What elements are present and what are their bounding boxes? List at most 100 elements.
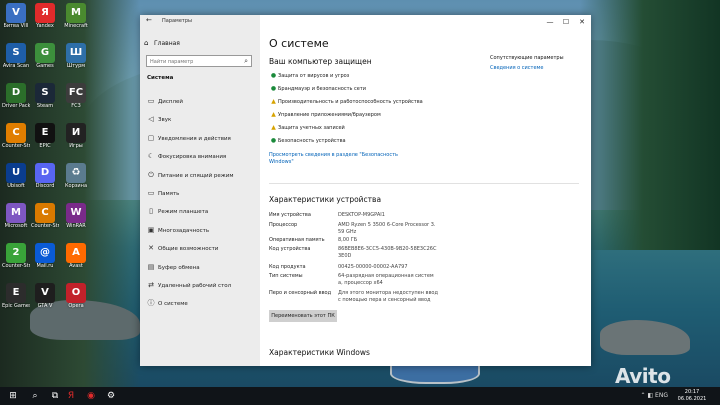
desktop-icon[interactable]: E EPIC — [31, 122, 59, 160]
desktop-icon[interactable]: ♻ Корзина — [62, 162, 90, 200]
device-specs-heading: Характеристики устройства — [269, 195, 382, 204]
related-heading: Сопутствующие параметры — [490, 55, 564, 61]
desktop-icon-label: Штурм — [66, 63, 86, 69]
app-icon: U — [6, 163, 26, 183]
desktop-icon-label: EPIC — [39, 143, 51, 149]
desktop-icon[interactable]: S Avira Scan — [2, 42, 30, 80]
app-icon: @ — [35, 243, 55, 263]
avito-watermark: Avito — [615, 364, 671, 388]
app-icon: M — [6, 203, 26, 223]
desktop-icon[interactable]: Я Yandex — [31, 2, 59, 40]
protection-item[interactable]: ▲ Производительность и работоспособность … — [269, 98, 469, 106]
nav-item-icon: ⓘ — [147, 299, 155, 308]
desktop-icon[interactable]: C Counter-Str — [31, 202, 59, 240]
protection-item-label: Управление приложениями/браузером — [278, 112, 381, 118]
nav-section-title: Система — [147, 75, 174, 81]
nav-item[interactable]: ◁ Звук — [144, 113, 256, 125]
desktop-icon[interactable]: M Minecraft — [62, 2, 90, 40]
nav-item[interactable]: ⏻ Питание и спящий режим — [144, 169, 256, 181]
nav-item[interactable]: ✕ Общие возможности — [144, 242, 256, 254]
desktop-icon[interactable]: A Avast — [62, 242, 90, 280]
system-tray[interactable]: ⌃ ◧ ENG — [641, 387, 668, 405]
protection-item[interactable]: ▲ Управление приложениями/браузером — [269, 111, 469, 119]
desktop-icon[interactable]: V Битва VIII — [2, 2, 30, 40]
spec-value: 00425-00000-00002-AA797 — [338, 264, 408, 270]
desktop-icon[interactable]: W WinRAR — [62, 202, 90, 240]
nav-item[interactable]: ▭ Дисплей — [144, 95, 256, 107]
nav-item[interactable]: ▭ Память — [144, 187, 256, 199]
desktop-icon[interactable]: O Opera — [62, 282, 90, 320]
settings-window[interactable]: ⌂Главная ⌕ Система ▭Дисплей ◁Звук ▢Уведомл… — [140, 15, 591, 366]
nav-item-icon: ⇄ — [148, 281, 154, 289]
desktop-icon-label: Counter-Str — [2, 143, 30, 149]
desktop-icon[interactable]: FC FC3 — [62, 82, 90, 120]
security-link[interactable]: Просмотреть сведения в разделе "Безопасн… — [269, 152, 419, 166]
nav-item-label: Режим планшета — [158, 209, 209, 216]
clock[interactable]: 20:17 06.06.2021 — [672, 389, 712, 403]
rename-pc-button[interactable]: Переименовать этот ПК — [269, 310, 337, 322]
desktop-icon[interactable]: C Counter-Str — [2, 122, 30, 160]
app-icon: Ш — [66, 43, 86, 63]
spec-value: 8,00 ГБ — [338, 237, 358, 243]
taskbar-app-icon[interactable]: Я — [60, 387, 82, 405]
app-icon: V — [6, 3, 26, 23]
search-icon[interactable]: ⌕ — [24, 387, 46, 405]
app-icon: W — [66, 203, 86, 223]
spec-key: Оперативная память — [269, 237, 325, 243]
app-icon: D — [35, 163, 55, 183]
app-icon: D — [6, 83, 26, 103]
desktop-icon-label: Driver Pack — [2, 103, 30, 109]
desktop-icon-label: Ubisoft — [7, 183, 25, 189]
desktop-icon[interactable]: M Microsoft — [2, 202, 30, 240]
desktop-icon[interactable]: G Games — [31, 42, 59, 80]
desktop-icon[interactable]: V GTA V — [31, 282, 59, 320]
nav-item-icon: ▢ — [147, 133, 155, 142]
nav-item-label: Память — [158, 191, 180, 197]
protection-item[interactable]: ● Защита от вирусов и угроз — [269, 72, 469, 80]
desktop-icon[interactable]: E Epic Games — [2, 282, 30, 320]
desktop-icon[interactable]: И Игры — [62, 122, 90, 160]
nav-item[interactable]: ▤ Буфер обмена — [144, 261, 256, 273]
nav-item-label: Дисплей — [158, 99, 183, 105]
protection-item-label: Брандмауэр и безопасность сети — [278, 86, 367, 92]
desktop-icon[interactable]: Ш Штурм — [62, 42, 90, 80]
desktop-icon[interactable]: U Ubisoft — [2, 162, 30, 200]
app-icon: 2 — [6, 243, 26, 263]
app-icon: C — [35, 203, 55, 223]
desktop-icon[interactable]: @ Mail.ru — [31, 242, 59, 280]
search-box[interactable]: ⌕ — [146, 55, 252, 67]
taskbar-app-icon[interactable]: ◉ — [80, 387, 102, 405]
spec-key: Перо и сенсорный ввод — [269, 290, 332, 296]
spec-value: AMD Ryzen 5 3500 6-Core Processor 3.59 G… — [338, 222, 436, 235]
desktop-icon-label: Avast — [69, 263, 83, 269]
app-icon: A — [66, 243, 86, 263]
desktop-icon[interactable]: 2 Counter-Str — [2, 242, 30, 280]
protection-item[interactable]: ● Брандмауэр и безопасность сети — [269, 85, 469, 93]
warning-icon: ▲ — [271, 124, 276, 131]
start-button[interactable]: ⊞ — [2, 387, 24, 405]
desktop-icon[interactable]: D Driver Pack — [2, 82, 30, 120]
nav-item[interactable]: ▯ Режим планшета — [144, 205, 256, 217]
nav-item-label: Питание и спящий режим — [158, 172, 234, 179]
nav-item-label: Звук — [158, 117, 172, 124]
desktop-icon[interactable]: S Steam — [31, 82, 59, 120]
warning-icon: ▲ — [271, 111, 276, 118]
nav-item[interactable]: ☾ Фокусировка внимания — [144, 150, 256, 162]
app-icon: FC — [66, 83, 86, 103]
back-arrow-icon[interactable]: ← — [146, 16, 152, 24]
nav-item-label: Уведомления и действия — [158, 135, 231, 142]
nav-item[interactable]: ⇄ Удаленный рабочий стол — [144, 279, 256, 291]
protection-item[interactable]: ● Безопасность устройства — [269, 137, 469, 145]
warning-icon: ▲ — [271, 98, 276, 105]
search-icon[interactable]: ⌕ — [244, 57, 248, 66]
nav-item[interactable]: ▣ Многозадачность — [144, 224, 256, 236]
nav-item[interactable]: ▢ Уведомления и действия — [144, 132, 256, 144]
nav-item[interactable]: ⓘ О системе — [144, 297, 256, 309]
desktop-icon-label: Discord — [35, 183, 55, 189]
search-input[interactable] — [150, 57, 238, 66]
taskbar-app-icon[interactable]: ⚙ — [100, 387, 122, 405]
nav-home[interactable]: ⌂ Главная — [144, 39, 180, 47]
protection-item[interactable]: ▲ Защита учетных записей — [269, 124, 469, 132]
related-link[interactable]: Сведения о системе — [490, 65, 543, 72]
desktop-icon[interactable]: D Discord — [31, 162, 59, 200]
